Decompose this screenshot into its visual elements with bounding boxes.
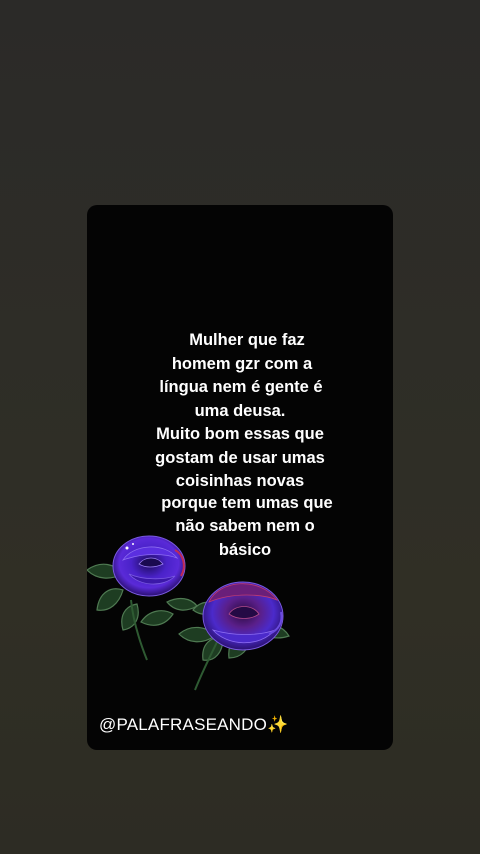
quote-line: língua nem é gente é	[159, 378, 323, 396]
roses-image	[87, 535, 290, 691]
quote-line: homem gzr com a	[171, 354, 313, 373]
quote-line: coisinhas novas	[175, 472, 305, 490]
story-card: Mulher que faz homem gzr com a língua ne…	[87, 205, 393, 750]
quote-line: Muito bom essas que	[156, 425, 324, 443]
quote-line: porque tem umas que	[161, 493, 333, 512]
quote-text: Mulher que faz homem gzr com a língua ne…	[87, 329, 393, 562]
watermark-handle: @PALAFRASEANDO✨	[99, 715, 289, 734]
quote-line: Mulher que faz	[189, 331, 305, 349]
quote-line: uma deusa.	[194, 401, 286, 420]
quote-line: gostam de usar umas	[155, 448, 325, 467]
